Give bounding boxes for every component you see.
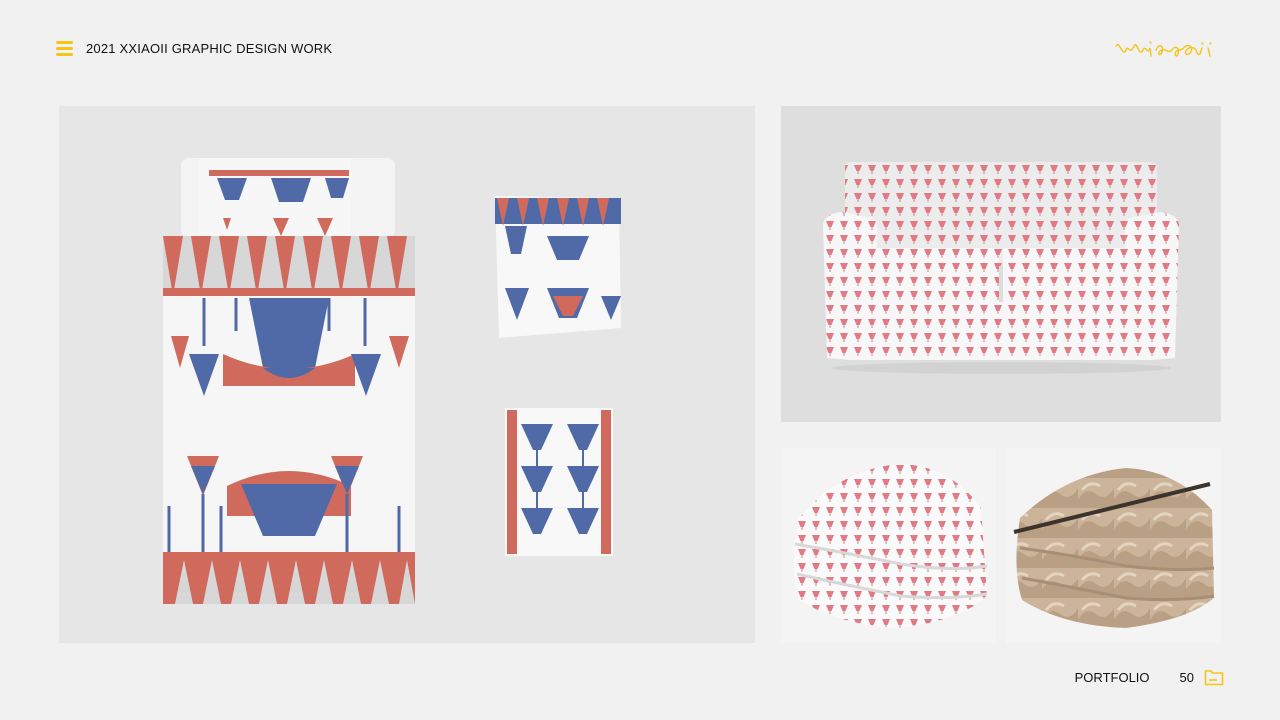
- duvet: [163, 236, 415, 604]
- sofa-mockup: [781, 106, 1221, 422]
- folded-blanket-red-mockup: [781, 448, 996, 643]
- folded-blanket-beige-mockup: [1006, 448, 1221, 643]
- menu-icon[interactable]: [56, 40, 73, 56]
- portfolio-label: PORTFOLIO: [1074, 669, 1150, 685]
- bedding-set-mockup: [59, 106, 755, 643]
- folder-icon[interactable]: [1204, 668, 1224, 686]
- page-number: 50: [1179, 669, 1194, 685]
- header: 2021 XXIAOII GRAPHIC DESIGN WORK: [56, 38, 332, 58]
- small-pillow: [505, 408, 613, 556]
- footer: PORTFOLIO 50: [1075, 666, 1224, 688]
- page-title: 2021 XXIAOII GRAPHIC DESIGN WORK: [86, 40, 333, 56]
- signature-logo: [1115, 41, 1212, 57]
- folded-sheet: [495, 196, 621, 338]
- pillow-top: [199, 158, 351, 238]
